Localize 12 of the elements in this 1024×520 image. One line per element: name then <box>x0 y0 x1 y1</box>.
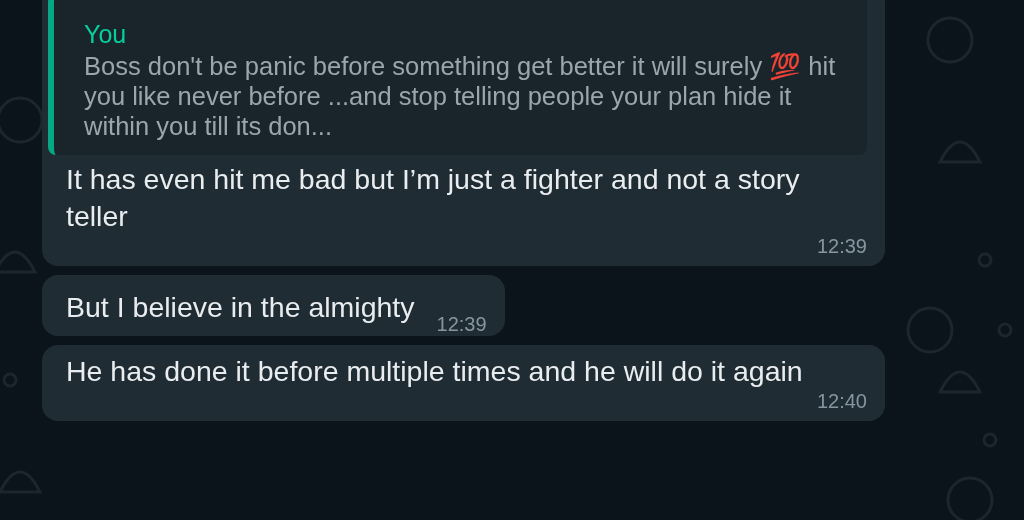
message-bubble[interactable] <box>42 0 885 266</box>
message-text: It has even hit me bad but I’m just a fighter and not a story teller <box>66 162 801 234</box>
quote-text: Boss don't be panic before something get better it will surely 💯 hit you like never before ...and stop telling people your plan hide it within you till its don... <box>84 51 837 141</box>
message-time: 12:39 <box>816 235 867 258</box>
message-bubble[interactable]: But I believe in the almighty 12:39 <box>42 275 505 336</box>
message-text: But I believe in the almighty <box>66 290 415 325</box>
quote-author: You <box>84 20 128 49</box>
message-text: He has done it before multiple times and he will do it again <box>66 354 803 389</box>
quoted-message[interactable]: You Boss don't be panic before something get better it will surely 💯 hit you like never before ...and stop telling people your plan hide it within you till its don... <box>48 0 867 155</box>
message-time: 12:39 <box>436 313 487 336</box>
message-bubble[interactable]: He has done it before multiple times and he will do it again 12:40 <box>42 345 885 421</box>
message-time: 12:40 <box>816 390 867 413</box>
